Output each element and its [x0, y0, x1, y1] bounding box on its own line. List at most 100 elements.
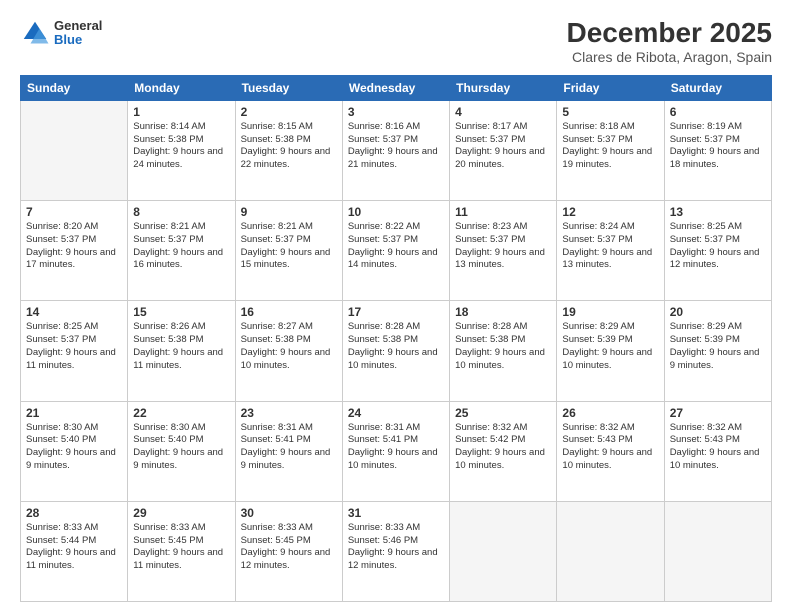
calendar-cell — [557, 501, 664, 601]
calendar-cell: 26 Sunrise: 8:32 AM Sunset: 5:43 PM Dayl… — [557, 401, 664, 501]
week-row-3: 14 Sunrise: 8:25 AM Sunset: 5:37 PM Dayl… — [21, 301, 772, 401]
calendar-cell: 30 Sunrise: 8:33 AM Sunset: 5:45 PM Dayl… — [235, 501, 342, 601]
calendar-cell: 21 Sunrise: 8:30 AM Sunset: 5:40 PM Dayl… — [21, 401, 128, 501]
logo-icon — [20, 18, 50, 48]
day-info: Sunrise: 8:30 AM Sunset: 5:40 PM Dayligh… — [133, 422, 229, 473]
day-info: Sunrise: 8:32 AM Sunset: 5:43 PM Dayligh… — [670, 422, 766, 473]
title-block: December 2025 Clares de Ribota, Aragon, … — [567, 18, 772, 65]
day-number: 30 — [241, 506, 337, 520]
calendar-header-saturday: Saturday — [664, 75, 771, 100]
main-title: December 2025 — [567, 18, 772, 49]
day-number: 23 — [241, 406, 337, 420]
day-number: 9 — [241, 205, 337, 219]
day-number: 1 — [133, 105, 229, 119]
calendar-cell: 14 Sunrise: 8:25 AM Sunset: 5:37 PM Dayl… — [21, 301, 128, 401]
day-info: Sunrise: 8:27 AM Sunset: 5:38 PM Dayligh… — [241, 321, 337, 372]
day-number: 8 — [133, 205, 229, 219]
day-number: 24 — [348, 406, 444, 420]
day-number: 26 — [562, 406, 658, 420]
day-info: Sunrise: 8:15 AM Sunset: 5:38 PM Dayligh… — [241, 121, 337, 172]
day-number: 2 — [241, 105, 337, 119]
day-number: 5 — [562, 105, 658, 119]
calendar-cell: 4 Sunrise: 8:17 AM Sunset: 5:37 PM Dayli… — [450, 100, 557, 200]
day-info: Sunrise: 8:21 AM Sunset: 5:37 PM Dayligh… — [241, 221, 337, 272]
calendar-cell — [450, 501, 557, 601]
calendar-header-thursday: Thursday — [450, 75, 557, 100]
calendar-cell: 22 Sunrise: 8:30 AM Sunset: 5:40 PM Dayl… — [128, 401, 235, 501]
calendar-cell: 25 Sunrise: 8:32 AM Sunset: 5:42 PM Dayl… — [450, 401, 557, 501]
day-number: 6 — [670, 105, 766, 119]
day-number: 14 — [26, 305, 122, 319]
day-info: Sunrise: 8:16 AM Sunset: 5:37 PM Dayligh… — [348, 121, 444, 172]
calendar-cell: 12 Sunrise: 8:24 AM Sunset: 5:37 PM Dayl… — [557, 201, 664, 301]
day-info: Sunrise: 8:22 AM Sunset: 5:37 PM Dayligh… — [348, 221, 444, 272]
calendar-cell: 24 Sunrise: 8:31 AM Sunset: 5:41 PM Dayl… — [342, 401, 449, 501]
day-info: Sunrise: 8:28 AM Sunset: 5:38 PM Dayligh… — [348, 321, 444, 372]
day-number: 16 — [241, 305, 337, 319]
day-info: Sunrise: 8:29 AM Sunset: 5:39 PM Dayligh… — [562, 321, 658, 372]
day-info: Sunrise: 8:33 AM Sunset: 5:45 PM Dayligh… — [241, 522, 337, 573]
calendar-cell: 5 Sunrise: 8:18 AM Sunset: 5:37 PM Dayli… — [557, 100, 664, 200]
day-info: Sunrise: 8:30 AM Sunset: 5:40 PM Dayligh… — [26, 422, 122, 473]
day-info: Sunrise: 8:33 AM Sunset: 5:44 PM Dayligh… — [26, 522, 122, 573]
calendar-cell: 31 Sunrise: 8:33 AM Sunset: 5:46 PM Dayl… — [342, 501, 449, 601]
week-row-4: 21 Sunrise: 8:30 AM Sunset: 5:40 PM Dayl… — [21, 401, 772, 501]
week-row-2: 7 Sunrise: 8:20 AM Sunset: 5:37 PM Dayli… — [21, 201, 772, 301]
day-number: 7 — [26, 205, 122, 219]
day-info: Sunrise: 8:25 AM Sunset: 5:37 PM Dayligh… — [670, 221, 766, 272]
calendar-cell: 6 Sunrise: 8:19 AM Sunset: 5:37 PM Dayli… — [664, 100, 771, 200]
calendar-cell: 3 Sunrise: 8:16 AM Sunset: 5:37 PM Dayli… — [342, 100, 449, 200]
day-info: Sunrise: 8:19 AM Sunset: 5:37 PM Dayligh… — [670, 121, 766, 172]
day-number: 21 — [26, 406, 122, 420]
calendar-cell: 15 Sunrise: 8:26 AM Sunset: 5:38 PM Dayl… — [128, 301, 235, 401]
day-info: Sunrise: 8:24 AM Sunset: 5:37 PM Dayligh… — [562, 221, 658, 272]
day-info: Sunrise: 8:31 AM Sunset: 5:41 PM Dayligh… — [241, 422, 337, 473]
calendar-cell: 7 Sunrise: 8:20 AM Sunset: 5:37 PM Dayli… — [21, 201, 128, 301]
calendar-cell: 11 Sunrise: 8:23 AM Sunset: 5:37 PM Dayl… — [450, 201, 557, 301]
day-number: 20 — [670, 305, 766, 319]
day-number: 27 — [670, 406, 766, 420]
day-info: Sunrise: 8:23 AM Sunset: 5:37 PM Dayligh… — [455, 221, 551, 272]
day-number: 29 — [133, 506, 229, 520]
day-number: 31 — [348, 506, 444, 520]
calendar-cell: 10 Sunrise: 8:22 AM Sunset: 5:37 PM Dayl… — [342, 201, 449, 301]
logo-text: General Blue — [54, 19, 102, 48]
day-number: 12 — [562, 205, 658, 219]
day-info: Sunrise: 8:14 AM Sunset: 5:38 PM Dayligh… — [133, 121, 229, 172]
day-number: 10 — [348, 205, 444, 219]
calendar-cell: 2 Sunrise: 8:15 AM Sunset: 5:38 PM Dayli… — [235, 100, 342, 200]
day-info: Sunrise: 8:18 AM Sunset: 5:37 PM Dayligh… — [562, 121, 658, 172]
day-number: 28 — [26, 506, 122, 520]
calendar-cell: 17 Sunrise: 8:28 AM Sunset: 5:38 PM Dayl… — [342, 301, 449, 401]
calendar-header-monday: Monday — [128, 75, 235, 100]
day-number: 17 — [348, 305, 444, 319]
day-number: 4 — [455, 105, 551, 119]
day-info: Sunrise: 8:31 AM Sunset: 5:41 PM Dayligh… — [348, 422, 444, 473]
day-info: Sunrise: 8:29 AM Sunset: 5:39 PM Dayligh… — [670, 321, 766, 372]
calendar-header-friday: Friday — [557, 75, 664, 100]
calendar-cell: 19 Sunrise: 8:29 AM Sunset: 5:39 PM Dayl… — [557, 301, 664, 401]
logo-blue: Blue — [54, 33, 102, 47]
header: General Blue December 2025 Clares de Rib… — [20, 18, 772, 65]
day-info: Sunrise: 8:25 AM Sunset: 5:37 PM Dayligh… — [26, 321, 122, 372]
day-number: 18 — [455, 305, 551, 319]
calendar-cell: 20 Sunrise: 8:29 AM Sunset: 5:39 PM Dayl… — [664, 301, 771, 401]
subtitle: Clares de Ribota, Aragon, Spain — [567, 49, 772, 65]
day-info: Sunrise: 8:26 AM Sunset: 5:38 PM Dayligh… — [133, 321, 229, 372]
calendar-cell — [21, 100, 128, 200]
day-info: Sunrise: 8:17 AM Sunset: 5:37 PM Dayligh… — [455, 121, 551, 172]
day-number: 13 — [670, 205, 766, 219]
calendar-cell: 27 Sunrise: 8:32 AM Sunset: 5:43 PM Dayl… — [664, 401, 771, 501]
day-info: Sunrise: 8:21 AM Sunset: 5:37 PM Dayligh… — [133, 221, 229, 272]
day-number: 11 — [455, 205, 551, 219]
day-info: Sunrise: 8:32 AM Sunset: 5:43 PM Dayligh… — [562, 422, 658, 473]
day-number: 22 — [133, 406, 229, 420]
calendar-cell: 29 Sunrise: 8:33 AM Sunset: 5:45 PM Dayl… — [128, 501, 235, 601]
calendar-cell — [664, 501, 771, 601]
calendar-cell: 28 Sunrise: 8:33 AM Sunset: 5:44 PM Dayl… — [21, 501, 128, 601]
day-info: Sunrise: 8:32 AM Sunset: 5:42 PM Dayligh… — [455, 422, 551, 473]
logo: General Blue — [20, 18, 102, 48]
calendar-table: SundayMondayTuesdayWednesdayThursdayFrid… — [20, 75, 772, 602]
calendar-cell: 1 Sunrise: 8:14 AM Sunset: 5:38 PM Dayli… — [128, 100, 235, 200]
day-info: Sunrise: 8:28 AM Sunset: 5:38 PM Dayligh… — [455, 321, 551, 372]
